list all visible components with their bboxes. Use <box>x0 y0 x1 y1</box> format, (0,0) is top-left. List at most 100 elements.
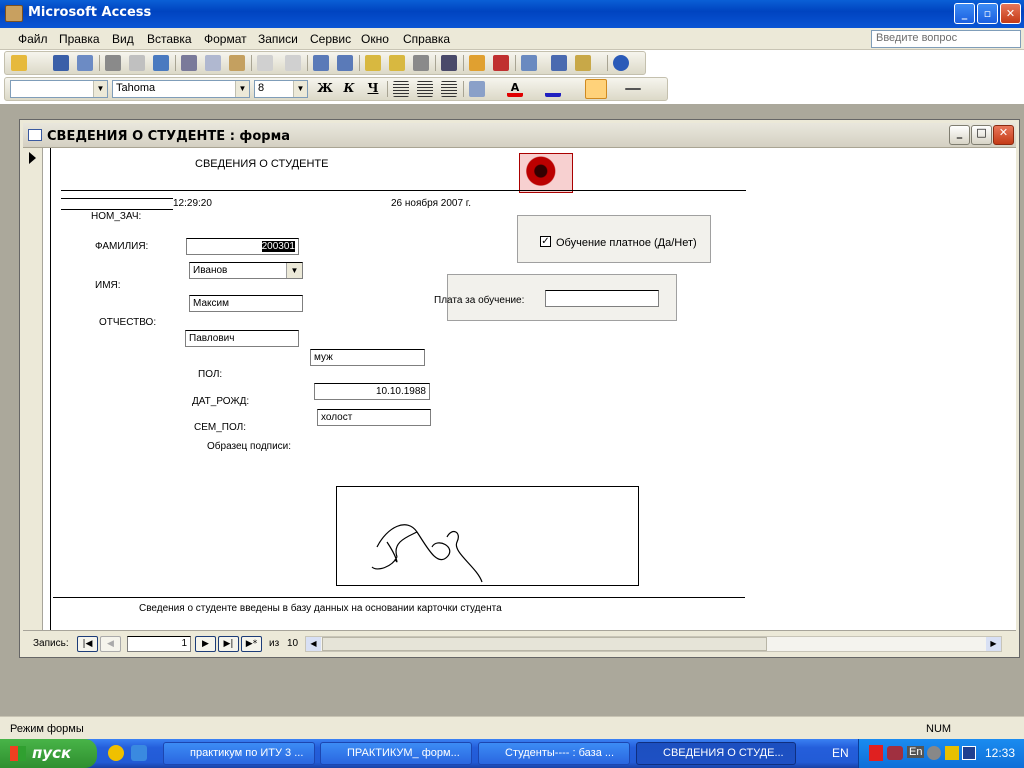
close-button[interactable]: ✕ <box>1000 3 1021 24</box>
access-app-icon[interactable] <box>5 5 23 22</box>
minimize-button[interactable]: _ <box>954 3 975 24</box>
object-combo[interactable]: ▼ <box>10 80 108 98</box>
hyperlink-icon[interactable] <box>285 55 301 71</box>
ask-question-input[interactable]: Введите вопрос <box>871 30 1021 48</box>
print-icon[interactable] <box>105 55 121 71</box>
menu-window[interactable]: Окно <box>361 32 389 46</box>
form-minimize-button[interactable]: _ <box>949 125 970 145</box>
formatting-toolbar: ▼ Tahoma ▼ 8 ▼ Ж К Ч A <box>4 77 668 101</box>
search-file-icon[interactable] <box>77 55 93 71</box>
next-record-button[interactable]: ▶ <box>195 636 216 652</box>
scroll-right-button[interactable]: ▶ <box>986 637 1001 651</box>
sort-asc-icon[interactable] <box>313 55 329 71</box>
italic-button[interactable]: К <box>341 81 357 97</box>
align-right-icon[interactable] <box>441 81 457 97</box>
menu-records[interactable]: Записи <box>258 32 298 46</box>
align-left-icon[interactable] <box>393 81 409 97</box>
horizontal-scrollbar[interactable]: ◀ ▶ <box>305 636 1002 652</box>
network-icon[interactable] <box>887 746 903 760</box>
font-color-icon[interactable]: A <box>507 81 523 97</box>
menu-insert[interactable]: Вставка <box>147 32 192 46</box>
show-desktop-icon[interactable] <box>131 745 147 761</box>
line-color-icon[interactable] <box>545 81 561 97</box>
menu-edit[interactable]: Правка <box>59 32 100 46</box>
current-date: 26 ноября 2007 г. <box>391 198 471 209</box>
dat-rozhd-field[interactable]: 10.10.1988 <box>314 383 430 400</box>
restore-button[interactable]: ▫ <box>977 3 998 24</box>
cut-icon[interactable] <box>181 55 197 71</box>
paid-checkbox[interactable]: ✓ <box>540 236 551 247</box>
fee-field[interactable] <box>545 290 659 307</box>
last-record-button[interactable]: ▶| <box>218 636 239 652</box>
record-navigation-bar: Запись: |◀ ◀ 1 ▶ ▶| ▶* из 10 ◀ ▶ <box>23 630 1016 654</box>
sem-pol-field[interactable]: холост <box>317 409 431 426</box>
start-button[interactable]: пуск <box>0 739 97 768</box>
pol-field[interactable]: муж <box>310 349 425 366</box>
footer-divider <box>53 597 745 598</box>
imya-field[interactable]: Максим <box>189 295 303 312</box>
scroll-thumb[interactable] <box>322 637 767 651</box>
tray-language[interactable]: En <box>907 746 925 758</box>
find-icon[interactable] <box>441 55 457 71</box>
new-record-nav-button[interactable]: ▶* <box>241 636 262 652</box>
antivirus-icon[interactable] <box>869 745 883 761</box>
menu-help[interactable]: Справка <box>403 32 450 46</box>
new-object-icon[interactable] <box>575 55 591 71</box>
properties-icon[interactable] <box>521 55 537 71</box>
form-close-button[interactable]: ✕ <box>993 125 1014 145</box>
task-button-folder[interactable]: практикум по ИТУ 3 ... <box>163 742 315 765</box>
language-indicator[interactable]: EN <box>832 746 849 760</box>
nom-zach-field[interactable]: 200301 <box>186 238 299 255</box>
delete-record-icon[interactable] <box>493 55 509 71</box>
border-width-icon[interactable] <box>585 79 607 99</box>
bold-button[interactable]: Ж <box>317 81 333 97</box>
task-button-database[interactable]: Студенты---- : база ... <box>478 742 630 765</box>
spelling-icon[interactable] <box>153 55 169 71</box>
sort-desc-icon[interactable] <box>337 55 353 71</box>
menu-file[interactable]: Файл <box>18 32 48 46</box>
record-number-input[interactable]: 1 <box>127 636 191 652</box>
start-label: пуск <box>32 744 72 762</box>
keyboard-icon[interactable] <box>945 746 959 760</box>
help-icon[interactable] <box>613 55 629 71</box>
undo-icon[interactable] <box>257 55 273 71</box>
task-button-word[interactable]: ПРАКТИКУМ_ форм... <box>320 742 472 765</box>
new-record-icon[interactable] <box>469 55 485 71</box>
align-center-icon[interactable] <box>417 81 433 97</box>
task-button-form[interactable]: СВЕДЕНИЯ О СТУДЕ... <box>636 742 796 765</box>
current-record-arrow-icon <box>29 152 36 164</box>
menu-format[interactable]: Формат <box>204 32 247 46</box>
pol-label: ПОЛ: <box>198 369 223 380</box>
scroll-left-button[interactable]: ◀ <box>306 637 321 651</box>
filter-selection-icon[interactable] <box>365 55 381 71</box>
menu-tools[interactable]: Сервис <box>310 32 351 46</box>
sem-pol-label: СЕМ_ПОЛ: <box>194 422 246 433</box>
record-selector[interactable] <box>23 148 43 630</box>
menu-view[interactable]: Вид <box>112 32 134 46</box>
special-effect-icon[interactable] <box>625 88 641 90</box>
database-window-icon[interactable] <box>551 55 567 71</box>
fee-group: Плата за обучение: <box>434 274 677 321</box>
apply-filter-icon[interactable] <box>413 55 429 71</box>
media-player-icon[interactable] <box>108 745 124 761</box>
header-divider <box>61 190 746 191</box>
first-record-button[interactable]: |◀ <box>77 636 98 652</box>
font-size-combo[interactable]: 8 ▼ <box>254 80 308 98</box>
status-num: NUM <box>926 723 952 735</box>
save-icon[interactable] <box>53 55 69 71</box>
copy-icon[interactable] <box>205 55 221 71</box>
font-name-combo[interactable]: Tahoma ▼ <box>112 80 250 98</box>
tray-app-icon[interactable] <box>962 746 976 760</box>
familiya-combo[interactable]: Иванов ▼ <box>189 262 303 279</box>
chevron-down-icon[interactable]: ▼ <box>286 263 302 278</box>
form-maximize-button[interactable]: □ <box>971 125 992 145</box>
paste-icon[interactable] <box>229 55 245 71</box>
print-preview-icon[interactable] <box>129 55 145 71</box>
otchestvo-field[interactable]: Павлович <box>185 330 299 347</box>
fill-color-icon[interactable] <box>469 81 485 97</box>
prev-record-button[interactable]: ◀ <box>100 636 121 652</box>
underline-button[interactable]: Ч <box>365 81 381 97</box>
filter-form-icon[interactable] <box>389 55 405 71</box>
form-view-icon[interactable] <box>11 55 27 71</box>
volume-icon[interactable] <box>927 746 941 760</box>
